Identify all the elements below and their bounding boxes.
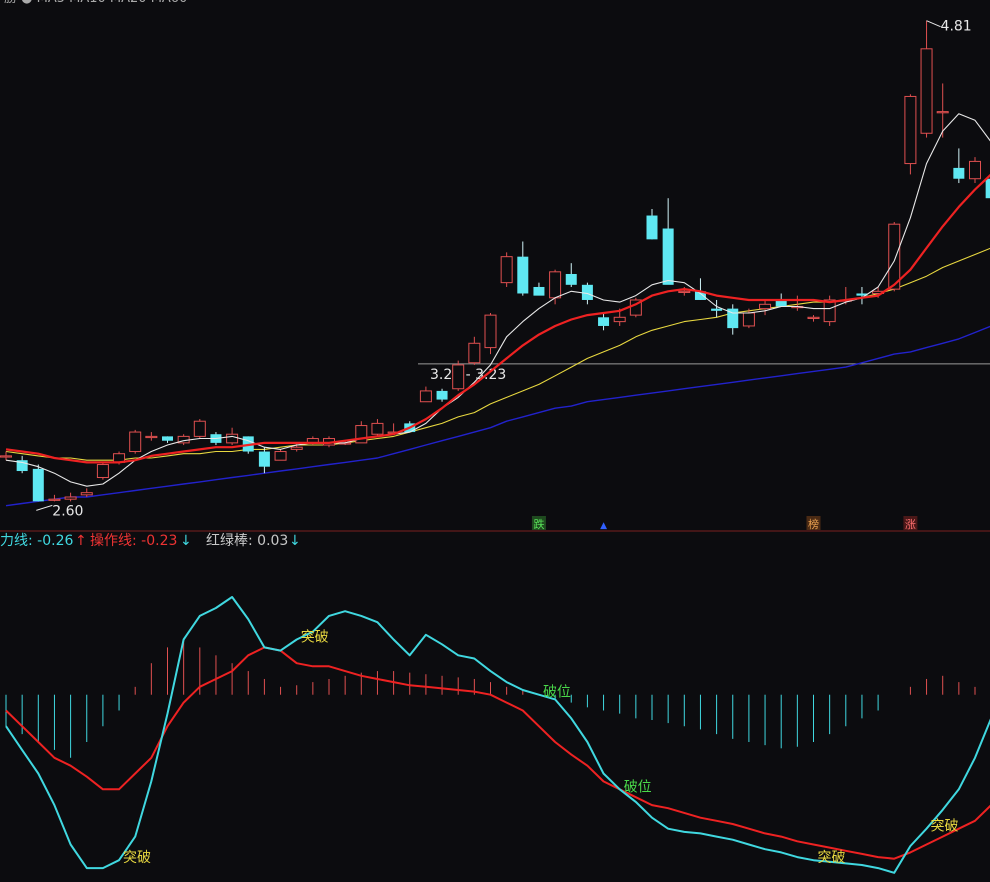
candle-body [582,285,593,300]
candle [33,465,44,502]
signal-badge-text: ▲ [600,521,607,531]
candle [453,361,464,391]
candle-body [453,365,464,389]
candle-body [743,313,754,326]
candle-body [501,257,512,283]
signal-annotation: 突破 [123,850,151,866]
signal-badge: 涨 [903,516,917,531]
candle-body [970,161,981,178]
candle-body [953,168,964,179]
signal-annotation: 突破 [931,819,959,835]
min-price-label: 2.60 [52,503,83,519]
candle [824,296,835,326]
candle-body [194,421,205,436]
candle-body [889,224,900,289]
signal-badge: ▲ [600,521,607,531]
signal-annotation: 突破 [818,850,846,866]
legend-red-green-bar: 红绿棒: 0.03 [206,533,288,549]
candle-body [33,469,44,501]
candle-body [291,447,302,449]
candle-body [533,287,544,296]
signal-badge-text: 跌 [533,517,544,531]
candle-body [808,317,819,318]
signal-badge-text: 涨 [905,518,916,531]
signal-badge-text: 榜 [808,517,819,531]
candle-body [937,112,948,113]
candle-body [679,291,690,292]
candle-body [469,343,480,362]
legend-operation-arrow: ↓ [180,533,192,549]
legend-red-green-arrow: ↓ [289,533,301,549]
candle-body [227,434,238,443]
header-cropped-text: 勝 ● MA5 MA10 MA20 MA60 [4,0,187,6]
candle-body [437,391,448,400]
chart-svg[interactable]: 勝 ● MA5 MA10 MA20 MA60 3.22 - 3.234.812.… [0,0,990,878]
indicator-legend: 力线: -0.26 ↑ 操作线: -0.23 ↓ 红绿棒: 0.03 ↓ [0,533,301,549]
legend-power-arrow: ↑ [75,533,87,549]
candle-body [760,304,771,308]
candle [97,462,108,479]
candle-body [663,229,674,285]
candle [485,313,496,354]
candle-body [356,426,367,443]
candle-body [824,300,835,322]
candle-body [921,49,932,133]
candle-body [1,456,12,457]
candle-body [485,315,496,347]
candle [905,94,916,174]
candle-body [647,216,658,240]
candle [194,419,205,438]
candle-body [420,391,431,402]
candle-body [372,423,383,434]
candle-body [711,309,722,311]
candle-body [598,317,609,326]
signal-annotation: 破位 [624,779,652,795]
chart-background [0,0,990,878]
candle-body [49,499,60,500]
candle [630,298,641,317]
candle [501,252,512,287]
candle [970,157,981,183]
candle-body [65,497,76,499]
signal-badge: 榜 [807,516,821,531]
legend-power-line: 力线: -0.26 [0,533,73,549]
candle-body [614,317,625,321]
signal-annotation: 破位 [543,685,571,701]
candle-body [97,465,108,478]
candle-body [566,274,577,285]
stock-chart-window: 勝 ● MA5 MA10 MA20 MA60 3.22 - 3.234.812.… [0,0,990,878]
candle-body [550,272,561,298]
candle-body [162,436,173,440]
signal-badge: 跌 [532,516,546,531]
legend-operation-line: 操作线: -0.23 [90,533,177,549]
candle-body [986,179,990,198]
candle-body [259,452,270,467]
candle [130,430,141,454]
candle-body [905,96,916,163]
candle-body [130,432,141,451]
max-price-label: 4.81 [941,19,972,35]
candle-body [146,436,157,437]
candle-body [517,257,528,294]
candle-body [81,493,92,495]
signal-annotation: 突破 [301,630,329,646]
candle-body [275,452,286,461]
